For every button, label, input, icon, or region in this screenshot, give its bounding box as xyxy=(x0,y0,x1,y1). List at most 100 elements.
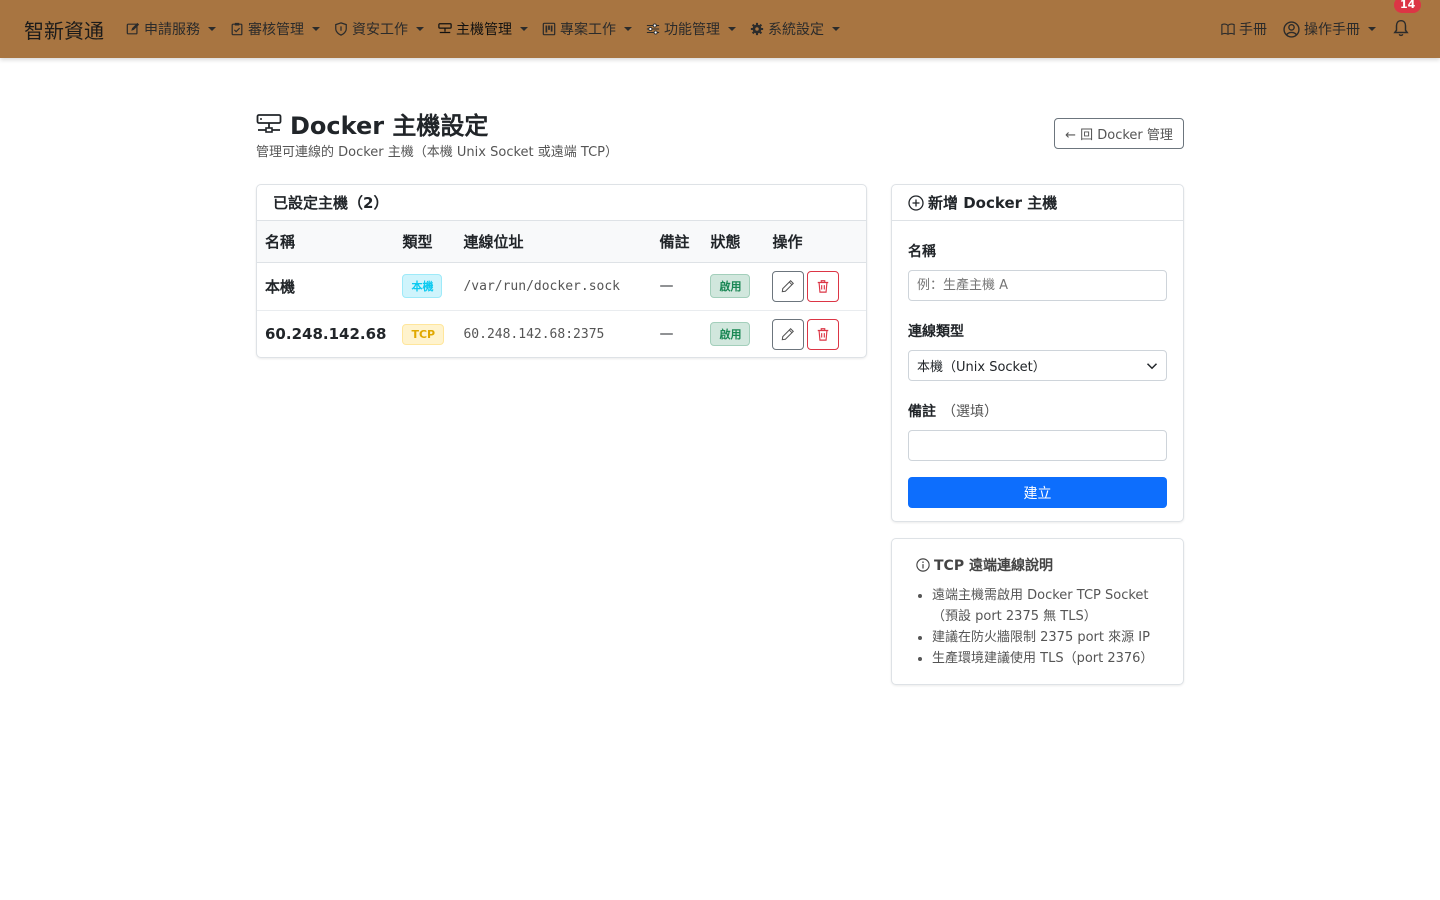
caret-down-icon xyxy=(208,27,216,31)
name-label-text: 名稱 xyxy=(908,244,936,260)
manual-label: 手冊 xyxy=(1239,22,1267,38)
pencil-square-icon xyxy=(126,22,140,35)
notification-badge: 14 xyxy=(1394,0,1422,13)
hdd-network-icon xyxy=(438,23,452,34)
tcp-info-header: TCP 遠端連線說明 xyxy=(916,555,1159,575)
column-header: 狀態 xyxy=(702,221,765,263)
hosts-table: 名稱 類型 連線位址 備註 狀態 操作 本機 本機 /var/run/docke… xyxy=(257,221,866,357)
tcp-info-body: TCP 遠端連線說明 遠端主機需啟用 Docker TCP Socket（預設 … xyxy=(892,539,1183,684)
pencil-icon xyxy=(782,328,795,341)
gear-icon xyxy=(750,22,764,36)
nav-item-projects[interactable]: 專案工作 xyxy=(542,19,632,39)
list-item: 遠端主機需啟用 Docker TCP Socket（預設 port 2375 無… xyxy=(932,585,1159,627)
host-note: — xyxy=(651,262,703,311)
status-badge: 啟用 xyxy=(710,274,751,298)
type-badge: 本機 xyxy=(402,274,443,298)
nav-item-label: 資安工作 xyxy=(352,22,408,38)
book-icon xyxy=(1221,23,1235,36)
nav-item-label: 審核管理 xyxy=(248,22,304,38)
caret-down-icon xyxy=(520,27,528,31)
caret-down-icon xyxy=(624,27,632,31)
pencil-icon xyxy=(782,280,795,293)
user-label: 操作手冊 xyxy=(1304,22,1360,38)
manual-link[interactable]: 手冊 xyxy=(1221,19,1267,39)
nav-item-label: 功能管理 xyxy=(664,22,720,38)
trash-icon xyxy=(818,280,829,293)
nav-item-label: 主機管理 xyxy=(456,22,512,38)
column-header: 連線位址 xyxy=(455,221,652,263)
hosts-card-title: 已設定主機（2） xyxy=(257,185,866,221)
tcp-info-list: 遠端主機需啟用 Docker TCP Socket（預設 port 2375 無… xyxy=(916,585,1159,669)
name-input[interactable] xyxy=(908,270,1167,301)
trash-icon xyxy=(818,328,829,341)
nav-item-security[interactable]: 資安工作 xyxy=(334,19,424,39)
row-actions xyxy=(772,270,858,302)
clipboard-check-icon xyxy=(231,22,243,36)
column-header: 類型 xyxy=(394,221,456,263)
caret-down-icon xyxy=(416,27,424,31)
host-status-cell: 啟用 xyxy=(702,310,764,357)
column-header: 名稱 xyxy=(257,221,395,263)
notification-button[interactable]: 14 xyxy=(1392,0,1422,39)
add-host-title: 新增 Docker 主機 xyxy=(928,194,1058,212)
host-name: 60.248.142.68 xyxy=(265,325,387,344)
table-row: 60.248.142.68 TCP 60.248.142.68:2375 — 啟… xyxy=(257,310,866,357)
host-status-cell: 啟用 xyxy=(702,262,765,311)
host-type-cell: 本機 xyxy=(394,262,456,311)
note-label-text: 備註 xyxy=(908,404,936,420)
host-type-cell: TCP xyxy=(394,310,455,357)
kanban-icon xyxy=(542,22,556,36)
bell-icon xyxy=(1393,19,1409,37)
note-optional-text: （選填） xyxy=(942,404,998,420)
type-label: 連線類型 xyxy=(908,321,1167,341)
host-note: — xyxy=(659,326,674,343)
caret-down-icon xyxy=(312,27,320,31)
add-host-form: 名稱 連線類型 本機（Unix Socket） 備註 （選填） 建立 xyxy=(892,221,1183,521)
nav-item-features[interactable]: 功能管理 xyxy=(646,19,736,39)
host-actions-cell xyxy=(764,310,866,357)
info-circle-icon xyxy=(916,558,930,572)
shield-icon xyxy=(335,22,347,36)
caret-down-icon xyxy=(1368,27,1376,31)
hdd-network-icon xyxy=(256,113,282,133)
plus-circle-icon xyxy=(908,194,924,211)
delete-button[interactable] xyxy=(807,318,840,350)
user-menu[interactable]: 操作手冊 xyxy=(1283,19,1376,39)
edit-button[interactable] xyxy=(772,270,805,302)
status-badge: 啟用 xyxy=(710,322,751,347)
nav-item-settings[interactable]: 系統設定 xyxy=(750,19,840,39)
page-title: Docker 主機設定 xyxy=(290,112,489,140)
nav-item-apply[interactable]: 申請服務 xyxy=(126,19,216,39)
nav-menu: 申請服務 審核管理 資安工作 主機管理 專案工作 功能管理 系統設定 xyxy=(126,19,854,39)
table-row: 本機 本機 /var/run/docker.sock — 啟用 xyxy=(257,262,866,311)
create-button[interactable]: 建立 xyxy=(908,477,1167,508)
nav-right: 手冊 操作手冊 14 xyxy=(1221,0,1422,58)
caret-down-icon xyxy=(728,27,736,31)
connection-type-select[interactable]: 本機（Unix Socket） xyxy=(908,350,1167,381)
back-to-docker-button[interactable]: ← 回 Docker 管理 xyxy=(1054,118,1184,149)
note-input[interactable] xyxy=(908,430,1167,461)
page-subtitle: 管理可連線的 Docker 主機（本機 Unix Socket 或遠端 TCP） xyxy=(256,145,618,160)
host-address: /var/run/docker.sock xyxy=(455,262,652,311)
nav-item-label: 專案工作 xyxy=(560,22,616,38)
column-header: 操作 xyxy=(764,221,866,263)
host-name: 本機 xyxy=(257,262,395,311)
nav-item-host-management[interactable]: 主機管理 xyxy=(438,19,528,39)
name-label: 名稱 xyxy=(908,241,1167,261)
table-header-row: 名稱 類型 連線位址 備註 狀態 操作 xyxy=(257,221,866,263)
tcp-info-title: TCP 遠端連線說明 xyxy=(934,558,1053,574)
delete-button[interactable] xyxy=(807,270,840,302)
chevron-down-icon xyxy=(1146,362,1158,369)
connection-type-value: 本機（Unix Socket） xyxy=(917,360,1046,375)
list-item: 建議在防火牆限制 2375 port 來源 IP xyxy=(932,627,1159,648)
brand-logo[interactable]: 智新資通 xyxy=(24,15,104,44)
nav-item-review[interactable]: 審核管理 xyxy=(230,19,320,39)
add-host-header: 新增 Docker 主機 xyxy=(892,185,1183,221)
navbar: 智新資通 申請服務 審核管理 資安工作 主機管理 專案工作 功能管理 系統設定 xyxy=(0,0,1440,58)
nav-item-label: 申請服務 xyxy=(144,22,200,38)
row-actions xyxy=(772,318,858,350)
add-host-card: 新增 Docker 主機 名稱 連線類型 本機（Unix Socket） 備註 … xyxy=(891,184,1184,522)
list-item: 生產環境建議使用 TLS（port 2376） xyxy=(932,648,1159,669)
nav-item-label: 系統設定 xyxy=(768,22,824,38)
edit-button[interactable] xyxy=(772,318,805,350)
